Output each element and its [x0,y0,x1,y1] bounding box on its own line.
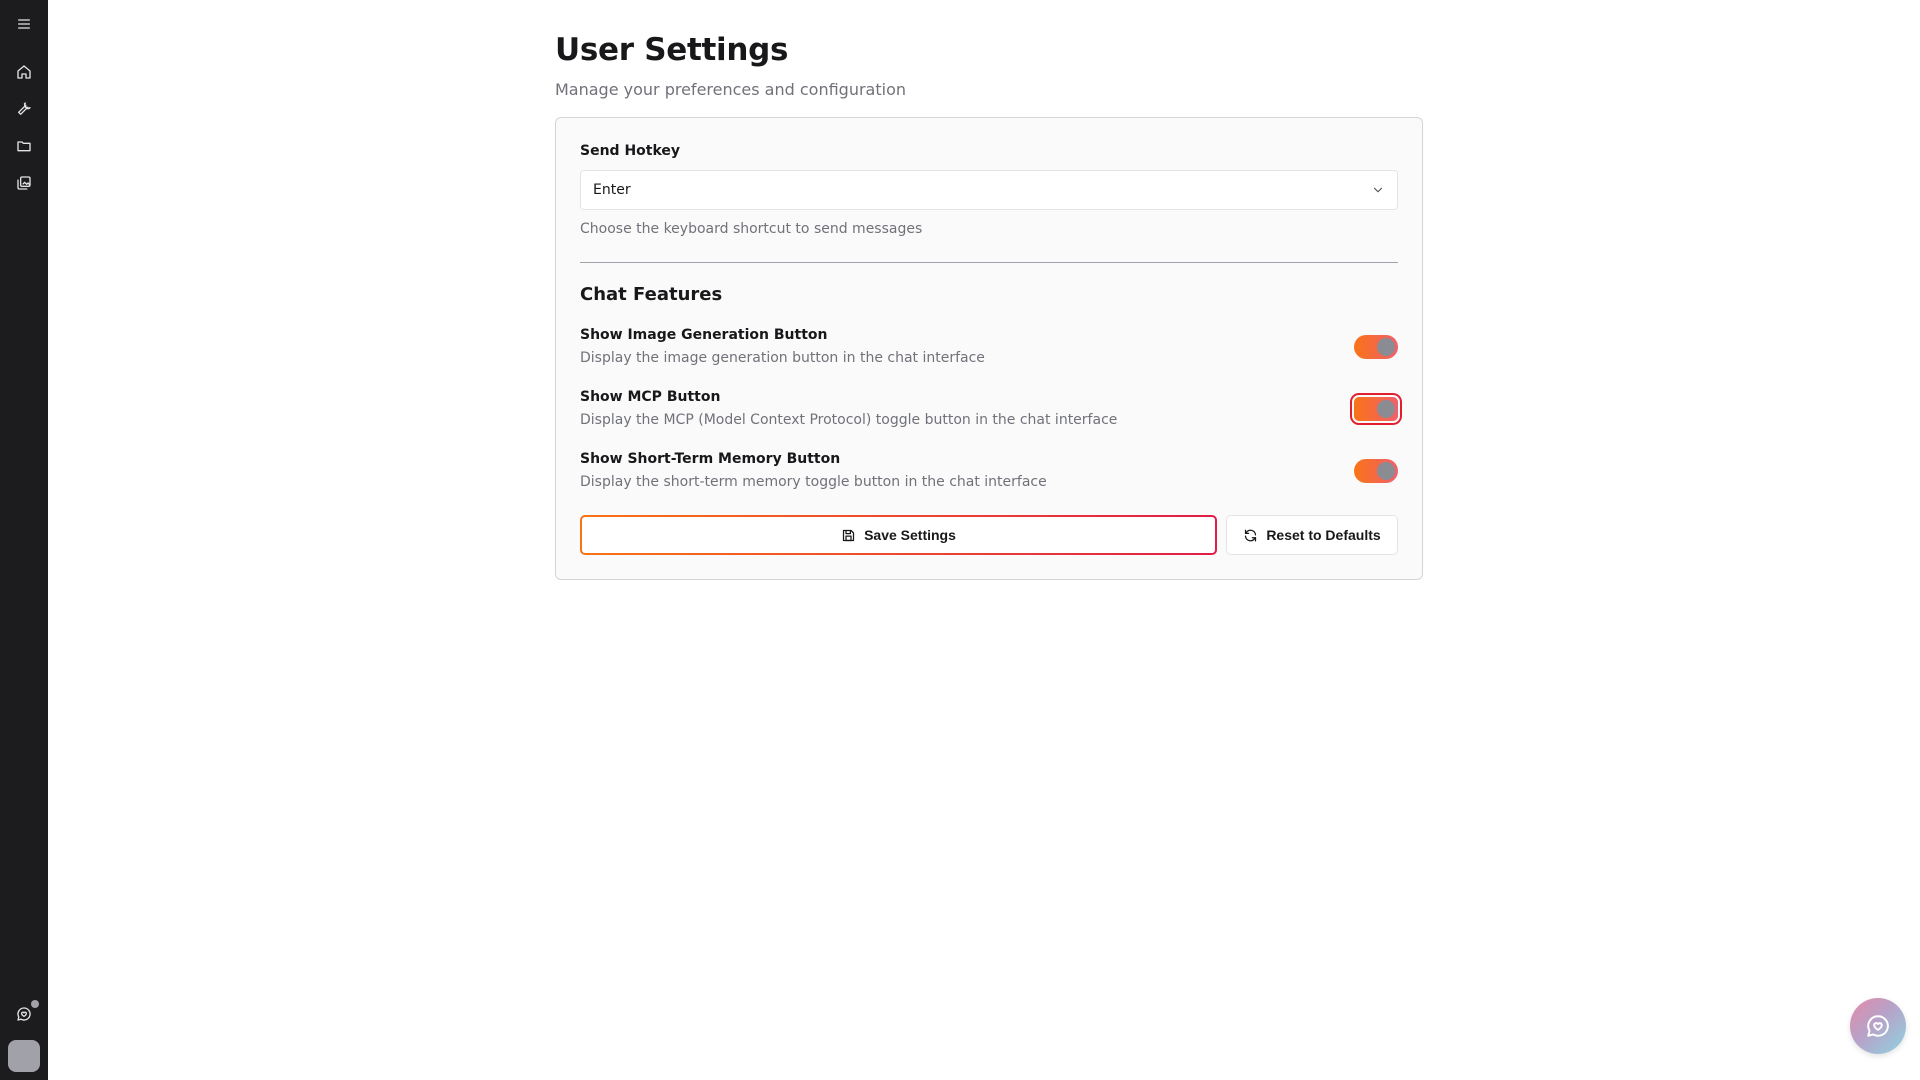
page-title: User Settings [555,32,789,68]
toggle-label: Show MCP Button [580,389,721,405]
chevron-down-icon [1373,187,1383,193]
send-hotkey-help: Choose the keyboard shortcut to send mes… [580,221,923,237]
chat-assistant-button[interactable] [1850,998,1906,1054]
hamburger-menu-icon [18,19,30,29]
page-subtitle: Manage your preferences and configuratio… [555,80,906,99]
actions: Save Settings Reset to Defaults [580,515,1398,555]
sidebar-bottom [0,998,48,1072]
chat-features-title: Chat Features [580,284,723,305]
toggle-row-short-term-memory: Show Short-Term Memory Button Display th… [580,448,1398,493]
reset-defaults-button[interactable]: Reset to Defaults [1226,515,1398,555]
main-content: User Settings Manage your preferences an… [555,0,1423,580]
sidebar-item-files[interactable] [8,130,40,162]
toggle-text: Show Image Generation Button Display the… [580,326,985,367]
folder-icon [17,141,31,152]
toggle-label: Show Image Generation Button [580,327,828,343]
notification-dot [31,1000,39,1008]
toggle-row-mcp: Show MCP Button Display the MCP (Model C… [580,386,1402,431]
chat-heart-icon [1867,1015,1889,1037]
mcp-toggle[interactable] [1350,392,1402,425]
support-button[interactable] [8,998,40,1030]
image-generation-toggle[interactable] [1354,334,1398,359]
avatar[interactable] [8,1040,40,1072]
toggle-text: Show Short-Term Memory Button Display th… [580,450,1047,491]
toggle-row-image-generation: Show Image Generation Button Display the… [580,324,1398,369]
toggle-label: Show Short-Term Memory Button [580,451,841,467]
menu-button[interactable] [8,8,40,40]
toggle-text: Show MCP Button Display the MCP (Model C… [580,388,1117,429]
sidebar-item-tools[interactable] [8,93,40,125]
home-icon [17,65,31,79]
save-icon [842,529,855,541]
divider [580,262,1398,263]
toggle-knob [1377,399,1395,418]
refresh-icon [1245,529,1257,541]
sidebar-nav [8,56,40,199]
chat-heart-icon [17,1007,31,1021]
save-settings-button[interactable]: Save Settings [580,515,1217,555]
toggle-description: Display the short-term memory toggle but… [580,474,1047,490]
sidebar-item-home[interactable] [8,56,40,88]
save-settings-label: Save Settings [864,527,956,543]
toggle-description: Display the MCP (Model Context Protocol)… [580,412,1118,428]
toggle-knob [1377,461,1395,480]
sidebar [0,0,48,1080]
toggle-knob [1377,337,1395,356]
settings-card: Send Hotkey Enter Choose the keyboard sh… [555,117,1423,580]
images-icon [17,176,31,190]
send-hotkey-label: Send Hotkey [580,143,681,159]
wrench-icon [18,102,31,115]
short-term-memory-toggle[interactable] [1354,458,1398,483]
reset-defaults-label: Reset to Defaults [1266,527,1381,543]
sidebar-item-gallery[interactable] [8,167,40,199]
toggle-description: Display the image generation button in t… [580,350,985,366]
send-hotkey-select[interactable]: Enter [580,170,1398,210]
send-hotkey-value: Enter [593,182,631,198]
